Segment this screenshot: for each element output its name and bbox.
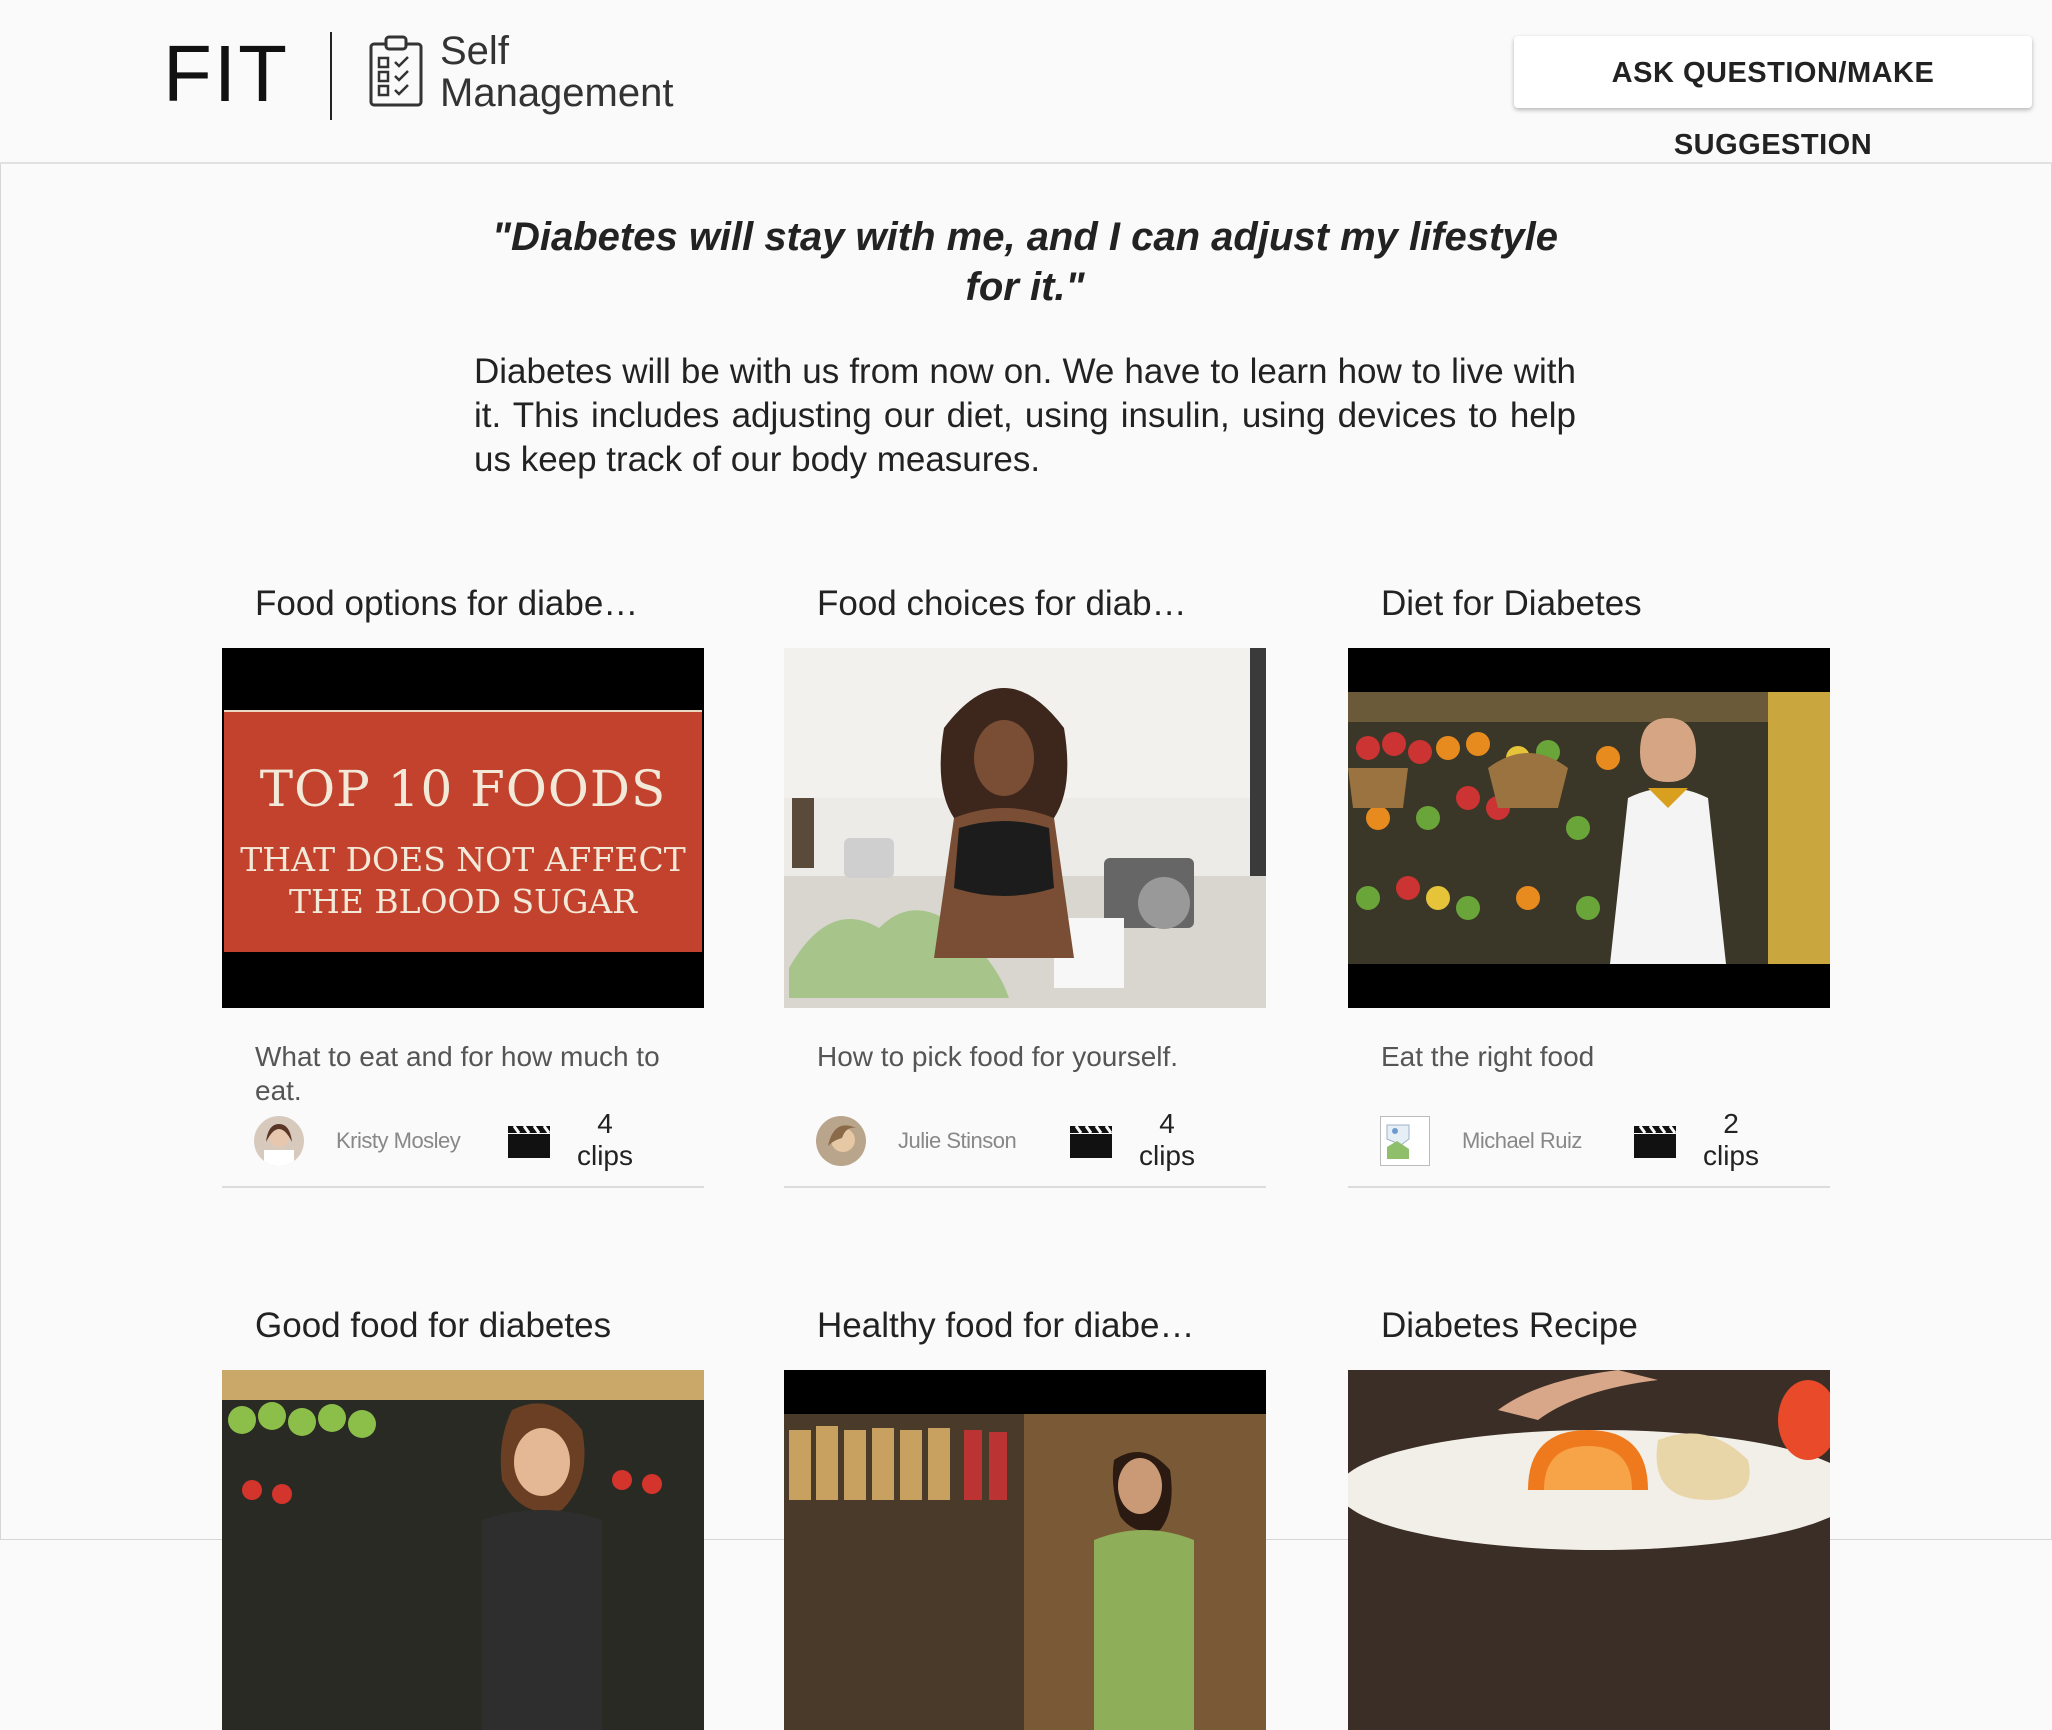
card-title[interactable]: Food choices for diab… (817, 584, 1267, 624)
card-thumbnail[interactable] (784, 1370, 1266, 1730)
store-video-thumbnail (784, 1370, 1266, 1730)
card-description: What to eat and for how much to eat. (255, 1041, 660, 1106)
card-title[interactable]: Good food for diabetes (255, 1306, 705, 1346)
avatar[interactable] (254, 1116, 304, 1166)
kitchen-video-thumbnail (784, 648, 1266, 1008)
card-meta: Julie Stinson 4 clips (784, 1108, 1266, 1188)
clapperboard-icon (1634, 1126, 1676, 1158)
clapperboard-icon (508, 1126, 550, 1158)
hero-intro: Diabetes will be with us from now on. We… (474, 352, 1576, 479)
clips-number: 2 (1723, 1108, 1739, 1139)
card-thumbnail[interactable] (1348, 1370, 1830, 1730)
thumbnail-title-panel: TOP 10 FOODS THAT DOES NOT AFFECT THE BL… (224, 710, 702, 952)
clipboard-checklist-icon (369, 35, 423, 107)
author-name[interactable]: Michael Ruiz (1462, 1128, 1582, 1154)
avatar[interactable] (816, 1116, 866, 1166)
card-thumbnail[interactable]: TOP 10 FOODS THAT DOES NOT AFFECT THE BL… (222, 648, 704, 1008)
card-title[interactable]: Food options for diabe… (255, 584, 705, 624)
card-title[interactable]: Diet for Diabetes (1381, 584, 1831, 624)
clips-count: 4 clips (570, 1108, 640, 1172)
broken-image-icon[interactable] (1380, 1116, 1430, 1166)
grocery-video-thumbnail (222, 1370, 704, 1730)
clips-label: clips (1702, 1140, 1759, 1171)
recipe-video-thumbnail (1348, 1370, 1830, 1730)
card-thumbnail[interactable] (784, 648, 1266, 1008)
thumbnail-text-top10: TOP 10 FOODS (259, 760, 667, 818)
thumbnail-text-line2: THAT DOES NOT AFFECT (240, 840, 686, 879)
clips-label: clips (1138, 1140, 1195, 1171)
produce-aisle-video-thumbnail (1348, 648, 1830, 1008)
clips-label: clips (576, 1140, 633, 1171)
clips-count: 2 clips (1696, 1108, 1766, 1172)
clips-number: 4 (1159, 1108, 1175, 1139)
card-description: Eat the right food (1381, 1041, 1595, 1072)
card-meta: Michael Ruiz 2 clips (1348, 1108, 1830, 1188)
hero-quote: "Diabetes will stay with me, and I can a… (492, 215, 1558, 309)
top-header: FIT Self Management ASK QUESTION/MAKE SU… (0, 0, 2052, 164)
card-thumbnail[interactable] (1348, 648, 1830, 1008)
logo-fit[interactable]: FIT (163, 28, 289, 120)
logo-divider (330, 32, 332, 120)
logo-subtitle-line2: Management (440, 71, 674, 115)
logo-subtitle: Self Management (440, 30, 673, 114)
card-title[interactable]: Healthy food for diabe… (817, 1306, 1267, 1346)
card-meta: Kristy Mosley 4 clips (222, 1108, 704, 1188)
author-name[interactable]: Kristy Mosley (336, 1128, 461, 1154)
card-thumbnail[interactable] (222, 1370, 704, 1730)
clips-number: 4 (597, 1108, 613, 1139)
logo-subtitle-line1: Self (440, 29, 509, 73)
ask-question-button[interactable]: ASK QUESTION/MAKE SUGGESTION (1514, 36, 2032, 161)
card-description: How to pick food for yourself. (817, 1041, 1179, 1072)
clapperboard-icon (1070, 1126, 1112, 1158)
clips-count: 4 clips (1132, 1108, 1202, 1172)
card-title[interactable]: Diabetes Recipe (1381, 1306, 1831, 1346)
thumbnail-text-line3: THE BLOOD SUGAR (288, 882, 638, 921)
author-name[interactable]: Julie Stinson (898, 1128, 1017, 1154)
